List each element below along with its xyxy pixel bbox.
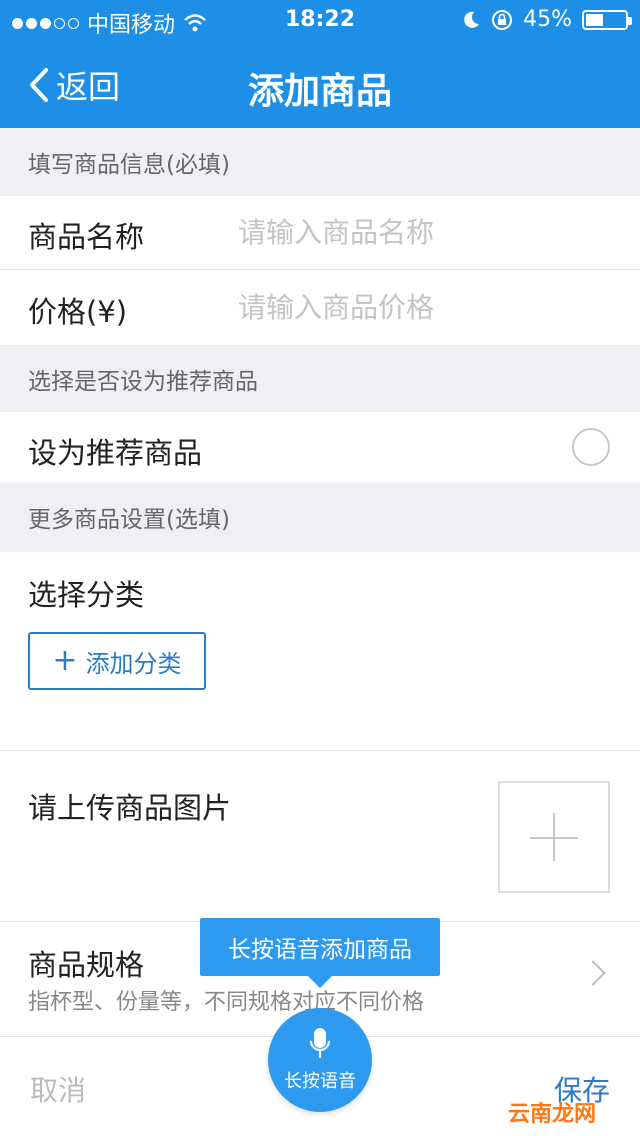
recommend-label: 设为推荐商品 (28, 436, 203, 470)
microphone-icon (309, 1028, 331, 1058)
back-button[interactable]: 返回 (28, 62, 120, 108)
name-input[interactable] (238, 212, 618, 252)
add-category-button[interactable]: + 添加分类 (28, 632, 206, 690)
spec-label: 商品规格 (28, 948, 145, 982)
voice-button[interactable]: 长按语音 (268, 1008, 372, 1112)
voice-label: 长按语音 (284, 1071, 356, 1092)
battery-fill (586, 13, 604, 26)
section-header-recommend: 选择是否设为推荐商品 (0, 345, 640, 412)
name-label: 商品名称 (28, 220, 145, 254)
back-label: 返回 (56, 68, 121, 106)
rotation-lock-icon (492, 9, 513, 30)
status-right: 45% (461, 7, 632, 32)
battery-percent: 45% (523, 7, 572, 32)
add-category-label: 添加分类 (85, 649, 182, 678)
battery-icon (582, 9, 632, 30)
header: 中国移动 18:22 45% 返回 添加商品 (0, 0, 640, 128)
moon-icon (464, 11, 480, 28)
section-header-optional: 更多商品设置(选填) (0, 482, 640, 552)
tooltip-arrow (308, 976, 332, 988)
spec-subtitle: 指杯型、份量等，不同规格对应不同价格 (28, 990, 425, 1015)
recommend-row[interactable]: 设为推荐商品 (0, 412, 640, 482)
name-row: 商品名称 (0, 196, 640, 269)
section-header-required: 填写商品信息(必填) (0, 128, 640, 196)
price-input[interactable] (238, 287, 618, 327)
image-upload-button[interactable] (498, 781, 610, 893)
price-label: 价格(¥) (28, 295, 128, 329)
category-label: 选择分类 (28, 578, 145, 612)
image-label: 请上传商品图片 (28, 791, 232, 825)
status-bar: 中国移动 18:22 45% (0, 0, 640, 40)
nav-bar: 返回 添加商品 (0, 40, 640, 128)
price-row: 价格(¥) (0, 270, 640, 345)
cancel-button[interactable]: 取消 (30, 1069, 86, 1109)
chevron-left-icon (30, 68, 48, 102)
watermark: 云南龙网 (508, 1102, 597, 1127)
voice-tooltip: 长按语音添加商品 (200, 918, 440, 976)
recommend-toggle[interactable] (572, 428, 610, 466)
plus-icon: + (52, 643, 78, 678)
